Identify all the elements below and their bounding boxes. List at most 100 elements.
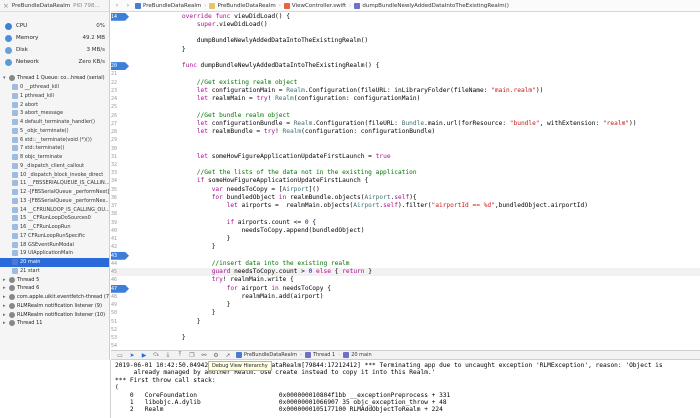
stack-frame-row[interactable]: 4 default_terminate_handler() bbox=[0, 118, 109, 127]
stack-frame-row[interactable]: 10 _dispatch_block_invoke_direct bbox=[0, 170, 109, 179]
thread-row[interactable]: ▸ Thread 11 bbox=[0, 319, 109, 328]
source-editor[interactable]: 14 override func viewDidLoad() { super.v… bbox=[111, 12, 700, 350]
code-line[interactable]: 52 bbox=[111, 325, 700, 333]
code-line[interactable] bbox=[111, 28, 700, 36]
thread-row[interactable]: ▸ RLMRealm notification listener (9) bbox=[0, 302, 109, 311]
code-line[interactable]: 34 if someHowFigureApplicationUpdateFirs… bbox=[111, 177, 700, 185]
code-line[interactable]: 43 bbox=[111, 251, 700, 260]
code-line[interactable]: 42 } bbox=[111, 243, 700, 251]
thread-row[interactable]: ▾ Thread 1 Queue: co...hread (serial) bbox=[0, 74, 109, 83]
code-line[interactable]: 44 //insert data into the existing realm bbox=[111, 259, 700, 267]
code-line[interactable]: 30 bbox=[111, 144, 700, 152]
stack-frame-row[interactable]: 13 -[FBSSerialQueue _performNex... bbox=[0, 197, 109, 206]
jump-bar-crumb[interactable]: PreBundleDataRealm bbox=[135, 2, 201, 9]
stack-frame-row[interactable]: 2 abort bbox=[0, 100, 109, 109]
code-line[interactable]: 25 bbox=[111, 103, 700, 111]
code-line[interactable]: 47 for airport in needsToCopy { bbox=[111, 284, 700, 293]
toggle-breakpoints-icon[interactable]: ➤ bbox=[128, 352, 136, 359]
code-line[interactable]: 40 needsToCopy.append(bundledObject) bbox=[111, 226, 700, 234]
thread-row[interactable]: ▸ Thread 6 bbox=[0, 284, 109, 293]
jump-bar-crumb[interactable]: PreBundleDataRealm bbox=[209, 2, 276, 9]
code-line[interactable]: 20 func dumpBundleNewlyAddedDataIntoTheE… bbox=[111, 61, 700, 71]
forward-arrow-icon[interactable]: › bbox=[124, 2, 132, 9]
debug-crumb[interactable]: PreBundleDataRealm bbox=[236, 352, 297, 358]
code-line[interactable]: 24 let realmMain = try! Realm(configurat… bbox=[111, 94, 700, 102]
code-line[interactable]: 53 } bbox=[111, 334, 700, 342]
code-line[interactable]: 48 realmMain.add(airport) bbox=[111, 292, 700, 300]
stack-frame-row[interactable]: 17 CFRunLoopRunSpecific bbox=[0, 232, 109, 241]
code-line[interactable]: 21 bbox=[111, 70, 700, 78]
process-header[interactable]: × PreBundleDataRealm PID 798... bbox=[0, 0, 109, 12]
step-out-icon[interactable]: ⤒ bbox=[176, 351, 184, 359]
code-line[interactable]: 22 //Get existing realm object bbox=[111, 78, 700, 86]
code-line[interactable]: dumpBundleNewlyAddedDataIntoTheExistingR… bbox=[111, 37, 700, 45]
code-line[interactable]: 50 } bbox=[111, 309, 700, 317]
stack-frame-row[interactable]: 3 abort_message bbox=[0, 109, 109, 118]
code-line[interactable]: 31 let someHowFigureApplicationUpdateFir… bbox=[111, 152, 700, 160]
hide-debug-area-icon[interactable]: ▭ bbox=[116, 352, 124, 359]
continue-icon[interactable]: ▶ bbox=[140, 352, 148, 359]
stack-frame-row[interactable]: 21 start bbox=[0, 267, 109, 276]
code-line[interactable]: 33 //Get the lists of the data not in th… bbox=[111, 169, 700, 177]
back-arrow-icon[interactable]: ‹ bbox=[113, 2, 121, 9]
thread-row[interactable]: ▸ RLMRealm notification listener (10) bbox=[0, 310, 109, 319]
stack-frame-row[interactable]: 5 _objc_terminate() bbox=[0, 127, 109, 136]
code-line[interactable]: 38 bbox=[111, 210, 700, 218]
stack-frame-row[interactable]: 7 std::terminate() bbox=[0, 144, 109, 153]
debug-crumb[interactable]: 20 main bbox=[343, 352, 372, 358]
stack-frame-row[interactable]: 0 __pthread_kill bbox=[0, 83, 109, 92]
stack-frame-row[interactable]: 14 __CFRUNLOOP_IS_CALLING_OU... bbox=[0, 205, 109, 214]
code-line[interactable]: 54 bbox=[111, 342, 700, 350]
code-line[interactable]: 41 } bbox=[111, 235, 700, 243]
code-line[interactable]: 28 let realmBundle = try! Realm(configur… bbox=[111, 127, 700, 135]
step-into-icon[interactable]: ⤓ bbox=[164, 351, 172, 359]
jump-bar-crumb[interactable]: ViewController.swift bbox=[283, 2, 346, 9]
code-line[interactable]: 51 } bbox=[111, 317, 700, 325]
code-line[interactable]: } bbox=[111, 45, 700, 53]
gauge-row[interactable]: CPU 0% bbox=[0, 20, 109, 32]
code-line[interactable]: 37 let airports = realmMain.objects(Airp… bbox=[111, 202, 700, 210]
stack-frame-row[interactable]: 18 GSEventRunModal bbox=[0, 240, 109, 249]
debug-view-hierarchy-icon[interactable]: ❐ bbox=[188, 352, 196, 359]
stack-frame-row[interactable]: 8 objc_terminate bbox=[0, 153, 109, 162]
thread-row[interactable]: ▸ com.apple.uikit.eventfetch-thread (7) bbox=[0, 293, 109, 302]
gauge-row[interactable]: Disk 3 MB/s bbox=[0, 44, 109, 56]
variables-view bbox=[0, 360, 111, 418]
code-line[interactable]: 14 override func viewDidLoad() { bbox=[111, 12, 700, 21]
close-icon[interactable]: × bbox=[3, 2, 9, 10]
environment-overrides-icon[interactable]: ⚙ bbox=[212, 352, 220, 359]
code-text: let configurationMain = Realm.Configurat… bbox=[196, 86, 544, 94]
code-line[interactable]: 35 var needsToCopy = [Airport]() bbox=[111, 185, 700, 193]
row-label: 10 _dispatch_block_invoke_direct bbox=[20, 171, 104, 178]
memory-graph-icon[interactable]: ⚯ bbox=[200, 352, 208, 359]
code-line[interactable] bbox=[111, 53, 700, 61]
gauge-row[interactable]: Network Zero KB/s bbox=[0, 56, 109, 68]
thread-row[interactable]: ▸ Thread 5 bbox=[0, 275, 109, 284]
stack-frame-row[interactable]: 20 main bbox=[0, 257, 109, 267]
code-line[interactable]: super.viewDidLoad() bbox=[111, 20, 700, 28]
code-line[interactable]: 36 for bundledObject in realmBundle.obje… bbox=[111, 193, 700, 201]
code-line[interactable]: 45 guard needsToCopy.count > 0 else { re… bbox=[111, 267, 700, 276]
code-line[interactable]: 32 bbox=[111, 160, 700, 168]
stack-frame-row[interactable]: 9 _dispatch_client_callout bbox=[0, 162, 109, 171]
step-over-icon[interactable]: ⤼ bbox=[152, 351, 160, 359]
code-line[interactable]: 39 if airports.count <= 0 { bbox=[111, 218, 700, 226]
location-icon[interactable]: ➚ bbox=[224, 352, 232, 359]
stack-frame-row[interactable]: 15 __CFRunLoopDoSources0 bbox=[0, 214, 109, 223]
stack-frame-row[interactable]: 11 __FBSSERIALQUEUE_IS_CALLIN... bbox=[0, 179, 109, 188]
stack-frame-row[interactable]: 12 -[FBSSerialQueue _performNext] bbox=[0, 188, 109, 197]
stack-frame-row[interactable]: 16 __CFRunLoopRun bbox=[0, 223, 109, 232]
stack-frame-row[interactable]: 19 UIApplicationMain bbox=[0, 249, 109, 258]
code-line[interactable]: 23 let configurationMain = Realm.Configu… bbox=[111, 86, 700, 94]
console-output[interactable]: 2019-06-01 10:42:50.049422+0530 PreBundl… bbox=[111, 360, 700, 418]
debug-crumb[interactable]: Thread 1 bbox=[304, 352, 335, 358]
code-line[interactable]: 49 } bbox=[111, 301, 700, 309]
stack-frame-row[interactable]: 1 pthread_kill bbox=[0, 92, 109, 101]
code-line[interactable]: 46 try! realmMain.write { bbox=[111, 276, 700, 284]
stack-frame-row[interactable]: 6 std::__terminate(void (*)()) bbox=[0, 135, 109, 144]
jump-bar-crumb[interactable]: dumpBundleNewlyAddedDataIntoTheExistingR… bbox=[354, 2, 509, 9]
gauge-row[interactable]: Memory 49.2 MB bbox=[0, 32, 109, 44]
code-line[interactable]: 29 bbox=[111, 136, 700, 144]
code-line[interactable]: 27 let configurationBundle = Realm.Confi… bbox=[111, 119, 700, 127]
code-line[interactable]: 26 //Get bundle realm object bbox=[111, 111, 700, 119]
